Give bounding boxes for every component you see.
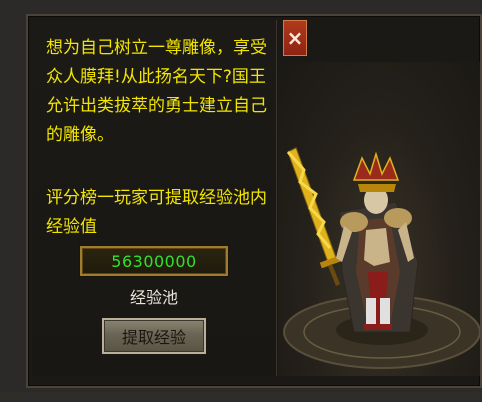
dialog-text-panel: 想为自己树立一尊雕像，享受众人膜拜!从此扬名天下?国王允许出类拔萃的勇士建立自己… <box>32 20 277 376</box>
close-icon: × <box>286 26 304 50</box>
warrior-statue <box>283 147 480 369</box>
exp-pool-value-box: 56300000 <box>80 246 228 276</box>
close-button[interactable]: × <box>283 20 307 56</box>
statue-preview <box>278 62 480 376</box>
exp-pool-label: 经验池 <box>129 288 178 307</box>
exp-pool-value: 56300000 <box>111 251 197 271</box>
claim-exp-button[interactable]: 提取经验 <box>102 318 206 354</box>
intro-text: 想为自己树立一尊雕像，享受众人膜拜!从此扬名天下?国王允许出类拔萃的勇士建立自己… <box>46 38 267 145</box>
rank-reward-text: 评分榜一玩家可提取经验池内经验值 <box>46 188 267 237</box>
bottom-edge <box>0 392 482 402</box>
